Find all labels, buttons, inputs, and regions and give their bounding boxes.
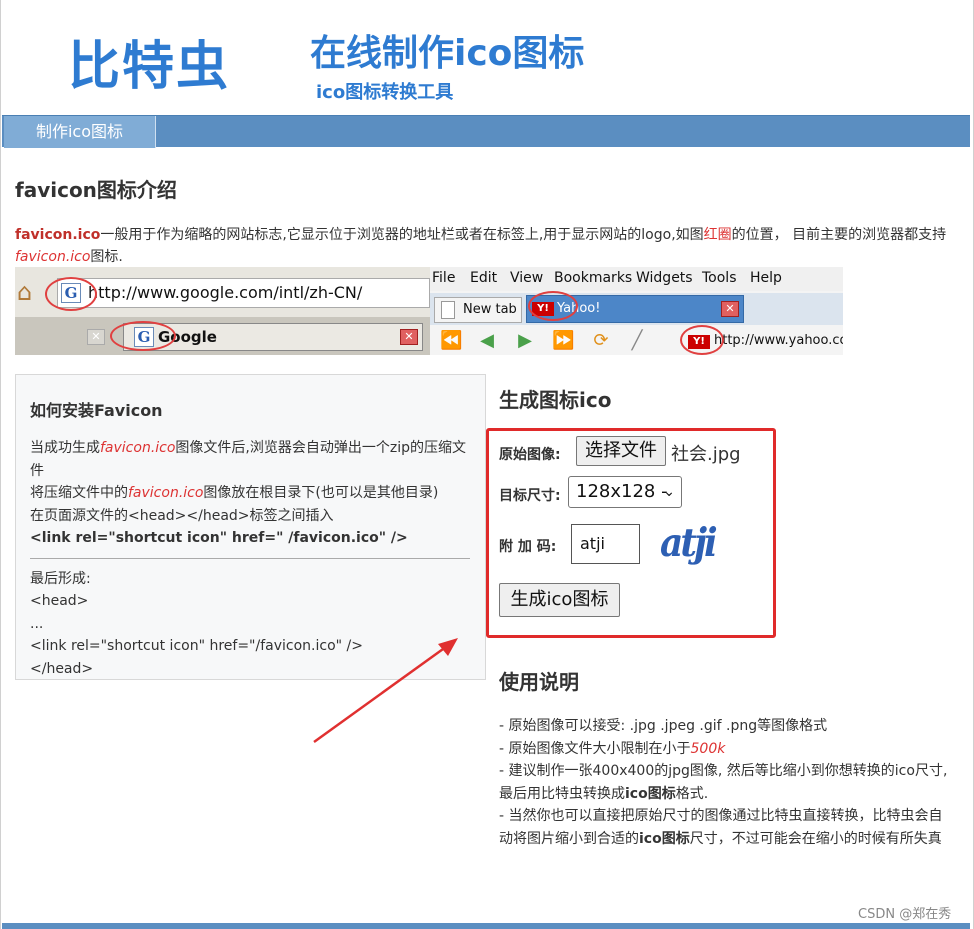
watermark: CSDN @郑在秀: [858, 907, 952, 922]
install-line-1: 当成功生成favicon.ico图像文件后,浏览器会自动弹出一个zip的压缩文件: [30, 437, 470, 482]
browser-tabs: New tab Y! Yahoo! ✕: [430, 291, 843, 325]
forward-icon: ▶: [518, 330, 532, 351]
new-tab: New tab: [434, 297, 522, 323]
opera-browser-bar: File Edit View Bookmarks Widgets Tools H…: [430, 267, 843, 355]
install-line-2: 将压缩文件中的favicon.ico图像放在根目录下(也可以是其他目录): [30, 482, 470, 505]
browser-menu: File Edit View Bookmarks Widgets Tools H…: [430, 267, 843, 291]
site-subtitle: ico图标转换工具: [316, 82, 454, 103]
usage-heading: 使用说明: [499, 670, 579, 694]
chevron-down-icon: ⌄: [663, 484, 675, 500]
intro-term: favicon.ico: [15, 227, 101, 243]
red-circle-highlight: [110, 321, 176, 351]
final-label: 最后形成:: [30, 570, 91, 587]
captcha-image[interactable]: atji: [660, 520, 718, 566]
nav-bar: 制作ico图标: [2, 115, 970, 148]
close-icon: ✕: [400, 329, 418, 345]
install-heading: 如何安装Favicon: [30, 401, 163, 420]
menu-widgets: Widgets: [636, 270, 693, 286]
page-icon: [441, 301, 455, 319]
menu-tools: Tools: [702, 270, 737, 286]
intro-heading: favicon图标介绍: [15, 178, 177, 202]
target-size-select[interactable]: 128x128 - ⌄: [568, 476, 682, 508]
firefox-url: http://www.google.com/intl/zh-CN/: [88, 283, 363, 302]
fast-forward-icon: ⏩: [552, 330, 575, 351]
browser-nav-bar: ⏪ ◀ ▶ ⏩ ⟳ ╱ Y! http://www.yahoo.com: [430, 325, 843, 355]
target-size-label: 目标尺寸:: [499, 488, 561, 504]
generate-ico-button[interactable]: 生成ico图标: [499, 583, 620, 617]
home-icon: ⌂: [17, 278, 33, 306]
menu-edit: Edit: [470, 270, 498, 286]
intro-term2: favicon.ico: [15, 249, 91, 265]
usage-line-2: - 原始图像文件大小限制在小于500k: [499, 738, 949, 761]
choose-file-button[interactable]: 选择文件: [576, 436, 666, 466]
edit-icon: ╱: [631, 330, 643, 351]
usage-line-4: - 当然你也可以直接把原始尺寸的图像通过比特虫直接转换，比特虫会自动将图片缩小到…: [499, 805, 949, 850]
menu-file: File: [432, 270, 456, 286]
intro-text2: 的位置， 目前主要的浏览器都支持: [731, 227, 947, 243]
divider: [30, 557, 470, 559]
rewind-icon: ⏪: [440, 330, 463, 351]
install-line1-a: 当成功生成: [30, 440, 100, 456]
site-title: 在线制作ico图标: [310, 33, 585, 74]
site-header: 比特虫 在线制作ico图标 ico图标转换工具: [0, 0, 974, 115]
install-line1-term: favicon.ico: [100, 440, 176, 456]
back-icon: ◀: [480, 330, 494, 351]
reload-icon: ⟳: [593, 330, 609, 351]
footer-bar: [2, 923, 970, 929]
install-code: <link rel="shortcut icon" href=" /favico…: [30, 530, 408, 546]
install-line2-a: 将压缩文件中的: [30, 485, 128, 501]
red-circle-highlight: [528, 291, 578, 321]
usage-line-3: - 建议制作一张400x400的jpg图像, 然后等比缩小到你想转换的ico尺寸…: [499, 760, 949, 805]
red-circle-highlight: [45, 277, 97, 311]
nav-item-make-ico[interactable]: 制作ico图标: [4, 116, 156, 148]
usage-line2-limit: 500k: [690, 740, 726, 757]
generator-heading: 生成图标ico: [499, 388, 612, 412]
firefox-tab-strip: ✕ G Google ✕: [15, 317, 430, 355]
captcha-input[interactable]: atji: [571, 524, 640, 564]
intro-paragraph: favicon.ico一般用于作为缩略的网站标志,它显示位于浏览器的地址栏或者在…: [15, 224, 960, 268]
usage-line3-b: ico图标: [625, 785, 676, 802]
intro-highlight: 红圈: [703, 227, 732, 243]
usage-line3-c: 格式.: [675, 785, 709, 802]
intro-text1: 一般用于作为缩略的网站标志,它显示位于浏览器的地址栏或者在标签上,用于显示网站的…: [100, 227, 704, 243]
source-image-label: 原始图像:: [499, 447, 561, 463]
install-line2-term: favicon.ico: [128, 485, 204, 501]
menu-view: View: [510, 270, 544, 286]
usage-line4-b: ico图标: [639, 830, 690, 847]
new-tab-label: New tab: [463, 302, 517, 317]
menu-bookmarks: Bookmarks: [554, 270, 633, 286]
usage-line3-a: - 建议制作一张400x400的jpg图像, 然后等比缩小到你想转换的ico尺寸…: [499, 763, 948, 802]
close-icon: ✕: [87, 329, 105, 345]
install-line2-b: 图像放在根目录下(也可以是其他目录): [203, 485, 439, 501]
menu-help: Help: [750, 270, 782, 286]
intro-text3: 图标.: [90, 249, 123, 265]
firefox-address-bar: G http://www.google.com/intl/zh-CN/: [57, 278, 430, 308]
usage-instructions: - 原始图像可以接受: .jpg .jpeg .gif .png等图像格式 - …: [499, 715, 949, 850]
usage-line-1: - 原始图像可以接受: .jpg .jpeg .gif .png等图像格式: [499, 718, 828, 734]
red-circle-highlight: [680, 325, 724, 355]
site-logo[interactable]: 比特虫: [68, 24, 230, 99]
yahoo-url: http://www.yahoo.com: [714, 333, 843, 348]
close-icon: ✕: [721, 301, 739, 317]
red-arrow-annotation: [313, 638, 458, 744]
captcha-label: 附 加 码:: [499, 539, 557, 555]
firefox-toolbar: ⌂ G http://www.google.com/intl/zh-CN/ ✕ …: [15, 267, 430, 355]
favicon-example-image: ⌂ G http://www.google.com/intl/zh-CN/ ✕ …: [15, 267, 843, 355]
usage-line2-a: - 原始图像文件大小限制在小于: [499, 740, 691, 757]
final-line-1: <head>: [30, 593, 89, 609]
usage-line4-c: 尺寸，不过可能会在缩小的时候有所失真: [689, 830, 942, 847]
install-line-3: 在页面源文件的<head></head>标签之间插入: [30, 507, 334, 524]
target-size-value: 128x128 -: [576, 481, 668, 502]
selected-file-name: 社会.jpg: [671, 444, 741, 465]
